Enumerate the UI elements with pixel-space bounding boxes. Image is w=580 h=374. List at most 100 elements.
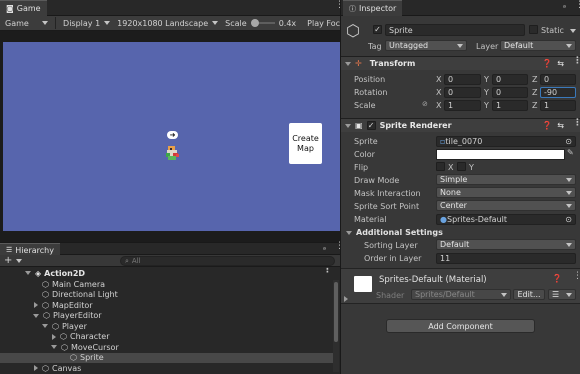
display-dropdown[interactable]: Display 1 xyxy=(63,19,111,28)
position-y-field[interactable]: 0 xyxy=(492,74,528,85)
scene-row[interactable]: ◈ Action2D xyxy=(0,268,332,278)
chevron-down-icon[interactable] xyxy=(345,61,351,66)
inspector-tab[interactable]: ⓘ Inspector xyxy=(343,0,403,16)
flip-x-checkbox[interactable] xyxy=(436,162,445,171)
lock-icon[interactable]: ᵃ xyxy=(563,3,566,12)
object-picker-icon[interactable]: ⊙ xyxy=(565,137,572,146)
item-label: Directional Light xyxy=(51,290,118,299)
eyedropper-icon[interactable]: ✎ xyxy=(567,148,574,157)
sorting-layer-value: Default xyxy=(440,240,470,249)
chevron-down-icon[interactable] xyxy=(346,230,352,235)
add-component-button[interactable]: Add Component xyxy=(386,319,535,333)
list-item[interactable]: ⬡ Canvas xyxy=(0,363,332,373)
list-item[interactable]: ⬡ Player xyxy=(0,321,332,331)
lock-icon[interactable]: ᵃ xyxy=(323,245,326,254)
sprite-renderer-enabled-checkbox[interactable]: ✓ xyxy=(366,121,376,130)
gameobject-icon: ⬡ xyxy=(52,321,59,331)
help-icon[interactable]: ❓ xyxy=(542,59,552,68)
chevron-down-icon[interactable] xyxy=(42,324,48,328)
transform-icon: ✛ xyxy=(355,59,362,68)
rotation-x-field[interactable]: 0 xyxy=(444,87,481,98)
additional-settings-foldout[interactable]: Additional Settings xyxy=(346,228,443,237)
game-canvas[interactable]: ➜ Create Map xyxy=(3,42,340,231)
resolution-label: 1920x1080 Landscape xyxy=(117,18,209,28)
sort-point-value: Center xyxy=(440,201,467,210)
game-mode-dropdown[interactable]: Game xyxy=(5,19,49,28)
chevron-down-icon[interactable] xyxy=(33,313,39,318)
chevron-right-icon[interactable] xyxy=(34,302,38,308)
sprite-renderer-header[interactable]: ▣ ✓ Sprite Renderer ❓ ⇆ xyxy=(341,118,580,132)
material-field[interactable]: ●Sprites-Default ⊙ xyxy=(436,214,576,225)
resolution-dropdown[interactable]: 1920x1080 Landscape xyxy=(117,18,219,28)
add-component-label: Add Component xyxy=(428,321,493,331)
list-item[interactable]: ⬡ MoveCursor xyxy=(0,342,332,352)
play-focused-dropdown[interactable]: Play Foc xyxy=(303,19,340,28)
sorting-layer-dropdown[interactable]: Default xyxy=(436,239,576,250)
scale-slider[interactable] xyxy=(250,19,275,27)
chevron-right-icon[interactable] xyxy=(344,295,348,304)
flip-y-label: Y xyxy=(469,163,474,172)
scale-control: Scale 0.4x xyxy=(225,19,296,28)
color-swatch[interactable] xyxy=(436,149,565,160)
game-tab[interactable]: ◙ Game xyxy=(0,0,47,16)
axis-x-label: X xyxy=(436,101,442,110)
list-item-selected[interactable]: ⬡ Sprite xyxy=(0,352,333,363)
mask-interaction-dropdown[interactable]: None xyxy=(436,187,576,198)
game-viewport[interactable]: ➜ Create Map xyxy=(0,31,340,242)
preset-icon[interactable]: ⇆ xyxy=(557,59,564,68)
shader-dropdown[interactable]: Sprites/Default xyxy=(411,289,511,300)
hierarchy-scrollbar[interactable] xyxy=(333,280,339,372)
rotation-y-field[interactable]: 0 xyxy=(492,87,528,98)
transform-header[interactable]: ✛ Transform ❓ ⇆ xyxy=(341,56,580,70)
sprite-field[interactable]: ▫tile_0070 ⊙ xyxy=(436,136,576,147)
scale-z-field[interactable]: 1 xyxy=(540,100,576,111)
active-checkbox[interactable]: ✓ xyxy=(373,25,382,34)
scale-slider-thumb[interactable] xyxy=(250,19,259,27)
color-label: Color xyxy=(354,150,375,159)
flip-label: Flip xyxy=(354,163,369,172)
chevron-down-icon[interactable] xyxy=(345,123,351,128)
rotation-z-field[interactable]: -90 xyxy=(540,87,576,98)
chevron-down-icon xyxy=(16,258,23,263)
game-tab-label: Game xyxy=(16,4,41,13)
shader-options-dropdown[interactable]: ☰ xyxy=(548,289,576,300)
mask-value: None xyxy=(440,188,461,197)
scale-x-field[interactable]: 1 xyxy=(444,100,481,111)
help-icon[interactable]: ❓ xyxy=(542,121,552,130)
static-dropdown[interactable] xyxy=(570,26,576,35)
position-label: Position xyxy=(354,75,386,84)
constrain-proportions-icon[interactable]: ⊘ xyxy=(422,100,428,108)
scale-y-field[interactable]: 1 xyxy=(492,100,528,111)
plus-icon: + xyxy=(4,254,13,266)
chevron-right-icon[interactable] xyxy=(52,333,56,340)
chevron-down-icon[interactable] xyxy=(51,345,57,349)
shader-edit-button[interactable]: Edit... xyxy=(513,289,545,300)
create-map-button[interactable]: Create Map xyxy=(289,123,322,164)
list-item[interactable]: ⬡ MapEditor xyxy=(0,300,332,310)
flip-y-checkbox[interactable] xyxy=(457,162,466,171)
list-item[interactable]: ⬡ Main Camera xyxy=(0,279,332,289)
object-name-field[interactable]: Sprite xyxy=(385,24,525,36)
draw-mode-label: Draw Mode xyxy=(354,176,400,185)
hierarchy-search-input[interactable]: ⌕ All xyxy=(120,256,335,266)
draw-mode-dropdown[interactable]: Simple xyxy=(436,174,576,185)
material-card: Sprites-Default (Material) ❓ Shader Spri… xyxy=(341,268,580,304)
static-checkbox[interactable] xyxy=(529,25,538,34)
scrollbar-thumb[interactable] xyxy=(334,282,338,342)
layer-dropdown[interactable]: Default xyxy=(500,40,576,51)
object-picker-icon[interactable]: ⊙ xyxy=(565,215,572,224)
position-z-field[interactable]: 0 xyxy=(540,74,576,85)
sort-point-dropdown[interactable]: Center xyxy=(436,200,576,211)
help-icon[interactable]: ❓ xyxy=(552,274,562,283)
list-item[interactable]: ⬡ Character xyxy=(0,332,332,342)
list-icon: ☰ xyxy=(552,290,560,299)
chevron-down-icon[interactable] xyxy=(25,271,31,275)
position-x-field[interactable]: 0 xyxy=(444,74,481,85)
order-in-layer-field[interactable]: 11 xyxy=(436,253,576,264)
list-item[interactable]: ⬡ Directional Light xyxy=(0,290,332,300)
tag-dropdown[interactable]: Untagged xyxy=(385,40,467,51)
add-object-button[interactable]: + xyxy=(4,254,23,266)
chevron-right-icon[interactable] xyxy=(34,365,38,371)
list-item[interactable]: ⬡ PlayerEditor xyxy=(0,311,332,321)
preset-icon[interactable]: ⇆ xyxy=(557,121,564,130)
